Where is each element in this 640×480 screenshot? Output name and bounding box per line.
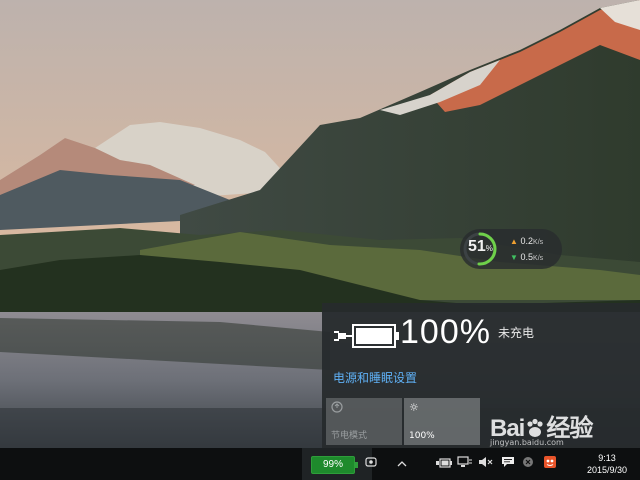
clock-date: 2015/9/30 [586, 465, 628, 475]
battery-level-fill [356, 328, 392, 344]
plugged-battery-icon [334, 324, 399, 348]
tray-clock[interactable]: 9:13 2015/9/30 [578, 452, 636, 476]
power-sleep-settings-link[interactable]: 电源和睡眠设置 [333, 369, 417, 386]
battery-saver-icon [331, 401, 343, 416]
tray-app-icon[interactable] [364, 455, 380, 473]
action-center-icon[interactable] [500, 455, 516, 473]
charge-status: 未充电 [498, 326, 535, 340]
brightness-icon: ☼ [409, 401, 419, 414]
battery-plug-icon[interactable] [436, 455, 452, 473]
battery-saver-label: 节电模式 [331, 431, 368, 441]
paw-icon [527, 418, 543, 437]
arrow-up-icon: ▲ [510, 237, 518, 246]
taskbar: 99% [0, 448, 640, 480]
battery-percent: 100% [400, 313, 491, 351]
network-icon[interactable] [457, 455, 473, 473]
cpu-usage-value: 51% [468, 238, 493, 255]
tray-battery-indicator[interactable]: 99% [311, 456, 358, 474]
baidu-jingyan-watermark: Bai 经验 jingyan.baidu.com [490, 408, 640, 452]
chevron-up-icon[interactable] [394, 455, 410, 473]
download-speed: ▼ 0.5K/s [510, 252, 544, 262]
brightness-tile[interactable]: ☼ 100% [404, 398, 480, 445]
arrow-down-icon: ▼ [510, 253, 518, 262]
battery-saver-tile[interactable]: 节电模式 [326, 398, 402, 445]
system-monitor-widget[interactable]: 51% ▲ 0.2K/s ▼ 0.5K/s [460, 229, 562, 269]
orange-app-icon[interactable] [542, 455, 558, 473]
watermark-site: jingyan.baidu.com [490, 438, 564, 447]
close-circle-icon[interactable] [520, 455, 536, 473]
clock-time: 9:13 [598, 453, 616, 463]
speaker-muted-icon[interactable] [478, 455, 494, 473]
upload-speed: ▲ 0.2K/s [510, 236, 544, 246]
brightness-label: 100% [409, 431, 435, 441]
